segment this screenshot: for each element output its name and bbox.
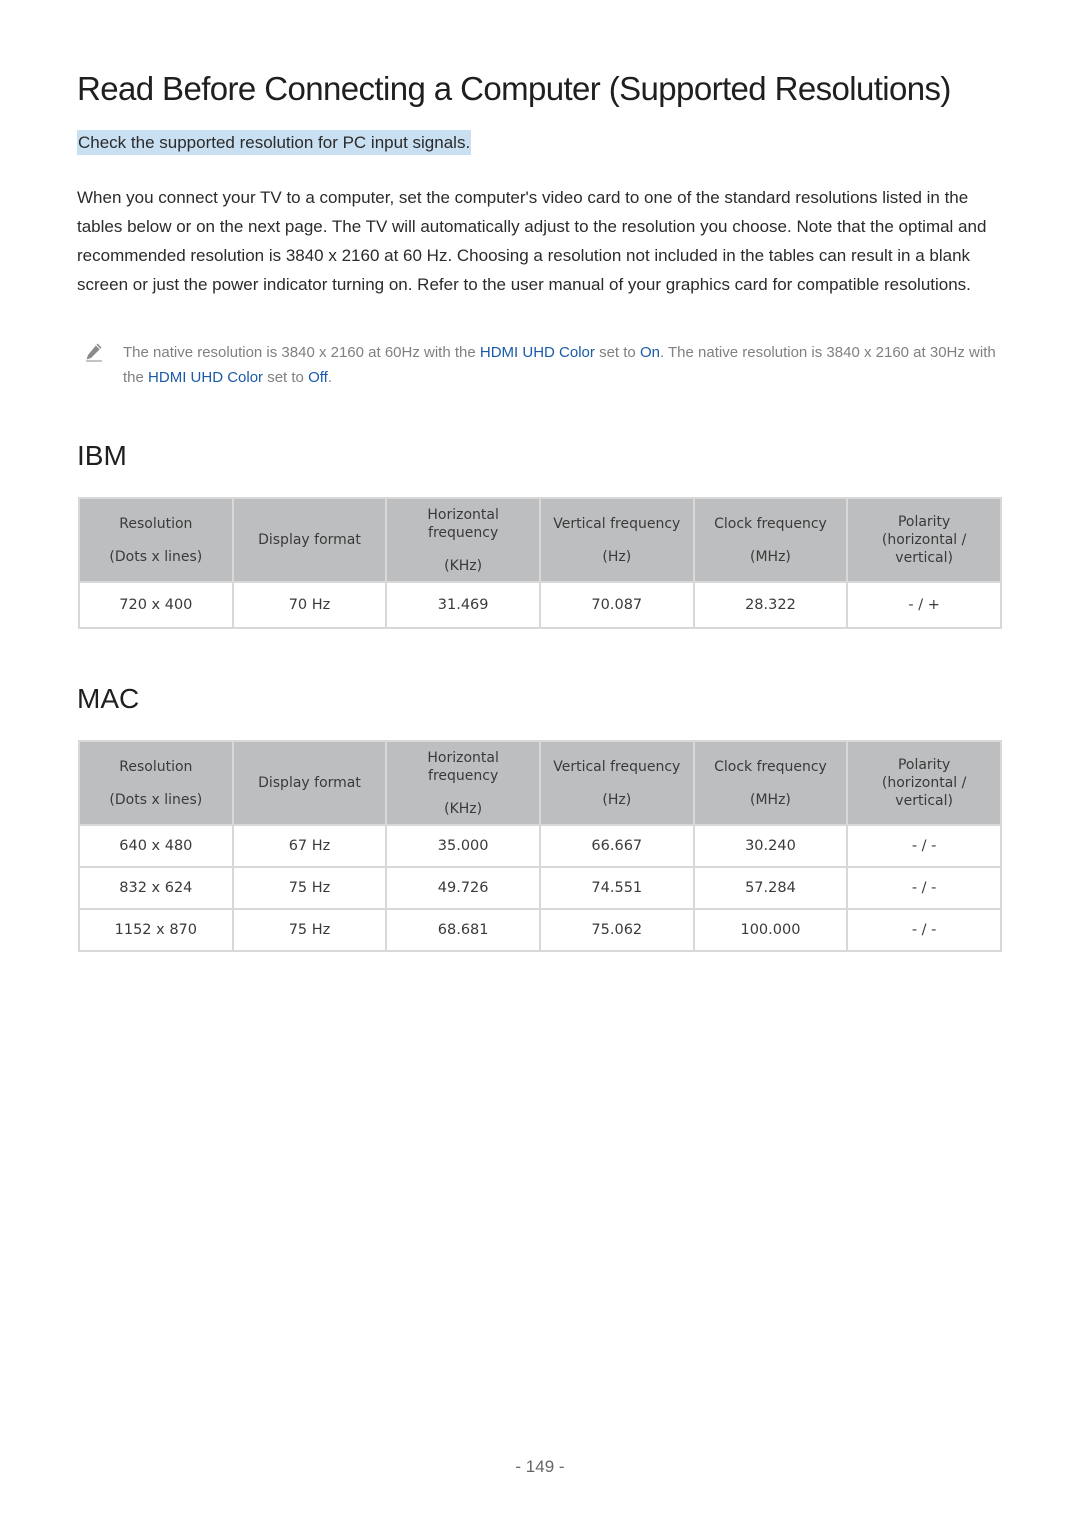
cell-horizontal-frequency: 31.469 <box>385 581 541 629</box>
cell-horizontal-frequency: 68.681 <box>385 908 541 952</box>
pencil-icon <box>86 343 102 362</box>
note-text-part: set to <box>594 344 640 361</box>
header-vertical-frequency: Vertical frequency (Hz) <box>538 497 695 583</box>
cell-resolution: 640 x 480 <box>78 824 234 868</box>
ibm-heading: IBM <box>77 440 127 471</box>
mac-heading: MAC <box>77 683 140 714</box>
header-display-format: Display format <box>231 497 388 583</box>
table-row: 832 x 624 75 Hz 49.726 74.551 57.284 - /… <box>78 866 1002 910</box>
note-block: The native resolution is 3840 x 2160 at … <box>77 340 997 390</box>
header-clock-frequency: Clock frequency (MHz) <box>692 497 849 583</box>
cell-vertical-frequency: 70.087 <box>538 581 695 629</box>
note-text-part: The native resolution is 3840 x 2160 at … <box>123 344 480 361</box>
table-header-row: Resolution (Dots x lines) Display format… <box>78 497 1002 583</box>
cell-resolution: 720 x 400 <box>78 581 234 629</box>
table-header-row: Resolution (Dots x lines) Display format… <box>78 740 1002 826</box>
header-polarity: Polarity (horizontal / vertical) <box>846 740 1002 826</box>
cell-polarity: - / - <box>846 908 1002 952</box>
cell-display-format: 67 Hz <box>231 824 388 868</box>
cell-polarity: - / - <box>846 824 1002 868</box>
cell-horizontal-frequency: 49.726 <box>385 866 541 910</box>
cell-vertical-frequency: 66.667 <box>538 824 695 868</box>
cell-horizontal-frequency: 35.000 <box>385 824 541 868</box>
cell-polarity: - / - <box>846 866 1002 910</box>
table-row: 1152 x 870 75 Hz 68.681 75.062 100.000 -… <box>78 908 1002 952</box>
header-vertical-frequency: Vertical frequency (Hz) <box>538 740 695 826</box>
hdmi-uhd-color-link: HDMI UHD Color <box>148 369 264 386</box>
page-number: - 149 - <box>515 1457 565 1476</box>
note-text: The native resolution is 3840 x 2160 at … <box>123 340 997 390</box>
mac-table: Resolution (Dots x lines) Display format… <box>78 740 1002 952</box>
off-value: Off <box>308 369 328 386</box>
cell-display-format: 75 Hz <box>231 908 388 952</box>
cell-display-format: 75 Hz <box>231 866 388 910</box>
note-text-part: . <box>327 369 332 386</box>
header-polarity: Polarity (horizontal / vertical) <box>846 497 1002 583</box>
page-title: Read Before Connecting a Computer (Suppo… <box>77 70 951 107</box>
hdmi-uhd-color-link: HDMI UHD Color <box>479 344 595 361</box>
table-row: 640 x 480 67 Hz 35.000 66.667 30.240 - /… <box>78 824 1002 868</box>
cell-display-format: 70 Hz <box>231 581 388 629</box>
ibm-table: Resolution (Dots x lines) Display format… <box>78 497 1002 629</box>
subtitle-highlight: Check the supported resolution for PC in… <box>77 130 472 155</box>
cell-clock-frequency: 28.322 <box>692 581 849 629</box>
note-text-part: set to <box>263 369 309 386</box>
on-value: On <box>639 344 660 361</box>
cell-vertical-frequency: 75.062 <box>538 908 695 952</box>
header-resolution: Resolution (Dots x lines) <box>78 497 234 583</box>
cell-clock-frequency: 57.284 <box>692 866 849 910</box>
cell-clock-frequency: 30.240 <box>692 824 849 868</box>
table-row: 720 x 400 70 Hz 31.469 70.087 28.322 - /… <box>78 581 1002 629</box>
intro-paragraph: When you connect your TV to a computer, … <box>77 188 987 294</box>
cell-resolution: 1152 x 870 <box>78 908 234 952</box>
header-display-format: Display format <box>231 740 388 826</box>
header-resolution: Resolution (Dots x lines) <box>78 740 234 826</box>
cell-resolution: 832 x 624 <box>78 866 234 910</box>
cell-vertical-frequency: 74.551 <box>538 866 695 910</box>
header-horizontal-frequency: Horizontal frequency (KHz) <box>385 497 541 583</box>
cell-polarity: - / + <box>846 581 1002 629</box>
header-horizontal-frequency: Horizontal frequency (KHz) <box>385 740 541 826</box>
header-clock-frequency: Clock frequency (MHz) <box>692 740 849 826</box>
cell-clock-frequency: 100.000 <box>692 908 849 952</box>
